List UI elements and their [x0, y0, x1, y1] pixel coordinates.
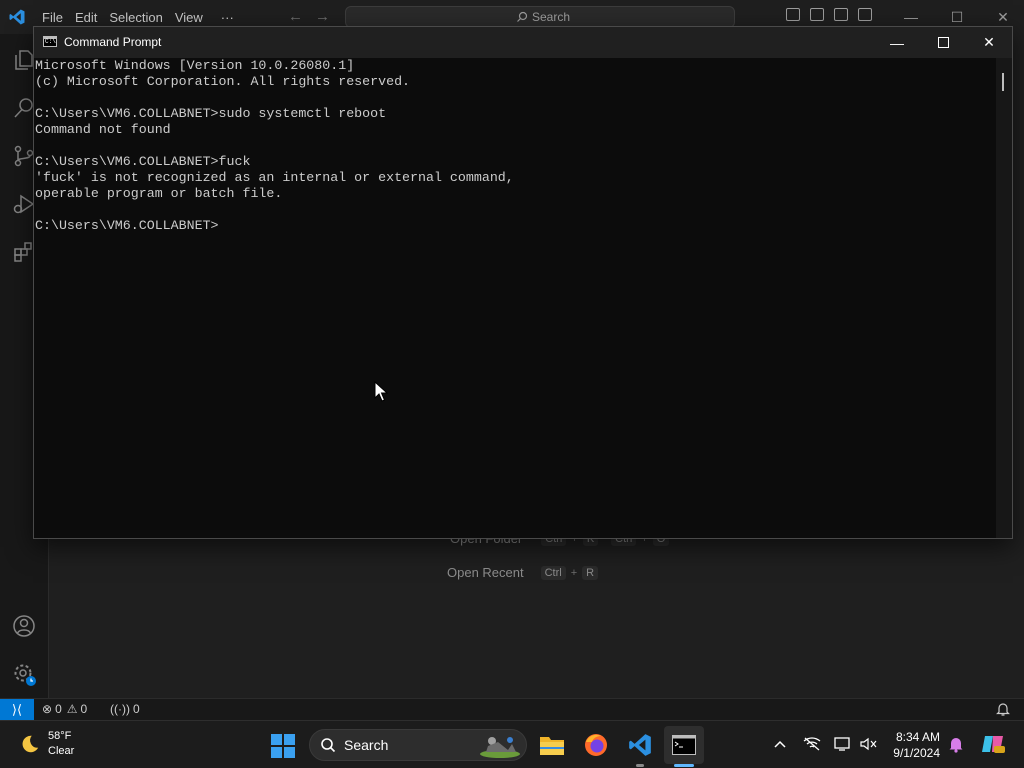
console-scrollbar[interactable] — [996, 58, 1012, 538]
customize-layout-icon[interactable] — [858, 8, 872, 21]
mouse-pointer-icon — [374, 381, 388, 402]
console-prompt-line: C:\Users\VM6.COLLABNET> — [35, 218, 219, 233]
console-line: Microsoft Windows [Version 10.0.26080.1] — [35, 58, 355, 73]
welcome-open-recent[interactable]: Open Recent Ctrl + R — [447, 565, 601, 580]
cmd-taskbar-button[interactable] — [668, 729, 700, 761]
command-center-label: Search — [532, 10, 571, 24]
weather-temperature: 58°F — [48, 730, 72, 742]
remote-indicator-icon[interactable]: ⟩⟨ — [0, 699, 34, 721]
error-count: 0 — [55, 702, 62, 716]
cmd-app-icon — [43, 36, 57, 47]
vscode-logo-icon — [9, 9, 25, 25]
moon-icon — [22, 735, 39, 753]
firefox-taskbar-button[interactable] — [580, 729, 612, 761]
problems-status[interactable]: ⊗ 0 ⚠ 0 — [42, 702, 87, 716]
menu-more[interactable]: ··· — [215, 10, 240, 25]
clock-date: 9/1/2024 — [893, 746, 940, 760]
terminal-icon — [672, 735, 696, 755]
search-icon — [517, 11, 528, 22]
menu-view[interactable]: View — [169, 10, 209, 25]
notifications-bell-icon[interactable] — [996, 701, 1010, 720]
nav-arrows: ←→ — [288, 8, 342, 25]
copilot-icon[interactable] — [980, 732, 1006, 759]
cmd-titlebar[interactable]: Command Prompt — ✕ — [34, 27, 1012, 58]
system-clock[interactable]: 8:34 AM 9/1/2024 — [880, 729, 940, 761]
close-icon[interactable]: ✕ — [966, 27, 1012, 58]
active-app-indicator — [674, 764, 694, 767]
vscode-icon — [629, 734, 651, 756]
folder-icon — [540, 737, 564, 755]
console-output[interactable]: Microsoft Windows [Version 10.0.26080.1]… — [34, 58, 994, 538]
network-disconnected-icon[interactable] — [803, 737, 821, 754]
toggle-panel-icon[interactable] — [810, 8, 824, 21]
toggle-primary-sidebar-icon[interactable] — [786, 8, 800, 21]
minimize-icon[interactable]: — — [874, 27, 920, 58]
search-highlight-icon — [480, 737, 520, 758]
command-prompt-window[interactable]: Command Prompt — ✕ Microsoft Windows [Ve… — [33, 26, 1013, 539]
search-label: Search — [344, 737, 389, 753]
console-line: operable program or batch file. — [35, 186, 283, 201]
clock-time: 8:34 AM — [895, 730, 940, 744]
console-line: (c) Microsoft Corporation. All rights re… — [35, 74, 411, 89]
warning-count: 0 — [80, 702, 88, 716]
windows-logo-icon — [271, 734, 282, 745]
console-line: Command not found — [35, 122, 171, 137]
console-line: C:\Users\VM6.COLLABNET>sudo systemctl re… — [35, 106, 387, 121]
vscode-taskbar-button[interactable] — [624, 729, 656, 761]
maximize-icon[interactable] — [920, 27, 966, 58]
status-bar: ⟩⟨ ⊗ 0 ⚠ 0 ((·)) 0 — [0, 698, 1024, 721]
menu-edit[interactable]: Edit — [69, 10, 103, 25]
running-indicator — [636, 764, 644, 767]
show-hidden-icons-chevron-icon[interactable] — [773, 737, 787, 752]
file-explorer-taskbar-button[interactable] — [536, 729, 568, 761]
console-line: 'fuck' is not recognized as an internal … — [35, 170, 514, 185]
weather-widget[interactable]: 58°F Clear — [18, 729, 74, 759]
display-icon[interactable] — [834, 737, 852, 754]
broadcast-icon: ((·)) — [110, 702, 130, 716]
forward-arrow-icon[interactable]: → — [315, 8, 342, 25]
warning-icon: ⚠ — [66, 702, 78, 716]
taskbar-search-box[interactable]: Search — [309, 729, 527, 761]
windows-logo-icon — [284, 734, 295, 745]
error-icon: ⊗ — [42, 702, 53, 716]
windows-logo-icon — [284, 747, 295, 758]
menu-file[interactable]: File — [36, 10, 69, 25]
toggle-secondary-sidebar-icon[interactable] — [834, 8, 848, 21]
open-recent-label: Open Recent — [447, 565, 524, 580]
key-cap: R — [582, 565, 599, 580]
taskbar: 58°F Clear Search 8:34 AM 9/1/2024 — [0, 720, 1024, 768]
manage-gear-icon[interactable] — [12, 662, 36, 686]
console-line: C:\Users\VM6.COLLABNET>fuck — [35, 154, 251, 169]
menu-selection[interactable]: Selection — [103, 10, 168, 25]
cmd-window-controls: — ✕ — [874, 27, 1012, 58]
ports-status[interactable]: ((·)) 0 — [110, 702, 140, 716]
back-arrow-icon[interactable]: ← — [288, 8, 315, 25]
window-title: Command Prompt — [64, 35, 162, 49]
volume-muted-icon[interactable] — [860, 737, 878, 754]
accounts-icon[interactable] — [12, 614, 36, 638]
start-button[interactable] — [271, 734, 295, 758]
scrollbar-thumb[interactable] — [1002, 73, 1004, 91]
search-icon — [321, 738, 336, 753]
ports-count: 0 — [132, 702, 140, 716]
key-cap: Ctrl — [540, 565, 566, 580]
firefox-icon — [585, 734, 607, 756]
windows-logo-icon — [271, 747, 282, 758]
layout-controls — [786, 8, 872, 21]
command-center-search[interactable]: Search — [345, 6, 735, 28]
weather-condition: Clear — [48, 745, 75, 757]
notification-bell-icon[interactable] — [948, 735, 964, 756]
